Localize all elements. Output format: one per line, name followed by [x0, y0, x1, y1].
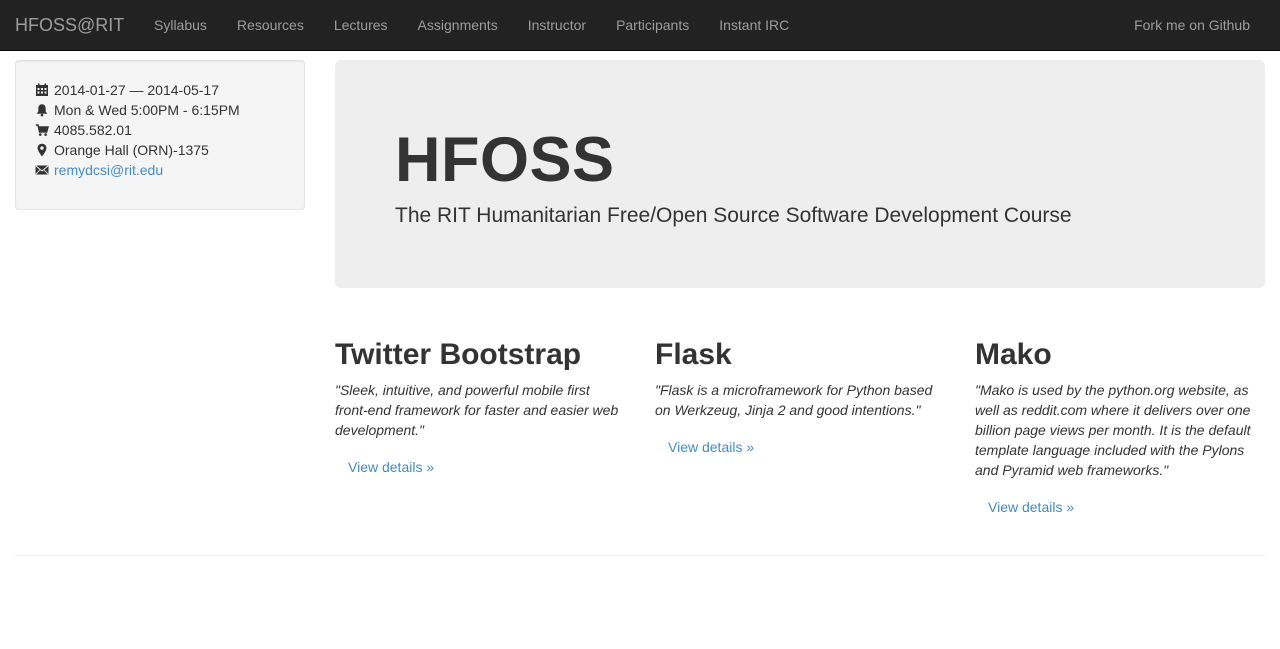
feature-bootstrap: Twitter Bootstrap "Sleek, intuitive, and… [335, 335, 625, 477]
cart-icon [35, 123, 49, 137]
calendar-icon [35, 83, 49, 97]
view-details-button[interactable]: View details » [975, 497, 1087, 517]
feature-quote: "Mako is used by the python.org website,… [975, 382, 1251, 478]
nav-lectures[interactable]: Lectures [319, 0, 403, 50]
feature-title: Flask [655, 338, 732, 371]
course-number: 4085.582.01 [54, 122, 132, 138]
course-dates-row: 2014-01-27 — 2014-05-17 [35, 80, 285, 100]
nav-instructor[interactable]: Instructor [513, 0, 601, 50]
feature-mako: Mako "Mako is used by the python.org web… [975, 335, 1265, 517]
email-row: remydcsi@rit.edu [35, 160, 285, 180]
feature-title: Mako [975, 338, 1052, 371]
email-link[interactable]: remydcsi@rit.edu [54, 160, 163, 180]
hero-subtitle: The RIT Humanitarian Free/Open Source So… [395, 204, 1072, 227]
nav-assignments[interactable]: Assignments [403, 0, 513, 50]
nav-resources[interactable]: Resources [222, 0, 319, 50]
location-row: Orange Hall (ORN)-1375 [35, 140, 285, 160]
fork-github-link[interactable]: Fork me on Github [1119, 0, 1265, 50]
main-nav: Syllabus Resources Lectures Assignments … [139, 0, 804, 50]
envelope-icon [35, 163, 49, 177]
view-details-button[interactable]: View details » [335, 457, 447, 477]
course-dates: 2014-01-27 — 2014-05-17 [54, 82, 220, 98]
location: Orange Hall (ORN)-1375 [54, 142, 209, 158]
hero-title: HFOSS [395, 125, 615, 195]
course-number-row: 4085.582.01 [35, 120, 285, 140]
hero-jumbotron: HFOSS The RIT Humanitarian Free/Open Sou… [335, 60, 1265, 288]
nav-syllabus[interactable]: Syllabus [139, 0, 222, 50]
map-marker-icon [35, 143, 49, 157]
feature-title: Twitter Bootstrap [335, 338, 582, 371]
feature-flask: Flask "Flask is a microframework for Pyt… [655, 335, 945, 457]
footer-divider [15, 555, 1265, 556]
schedule-row: Mon & Wed 5:00PM - 6:15PM [35, 100, 285, 120]
nav-participants[interactable]: Participants [601, 0, 704, 50]
nav-instant-irc[interactable]: Instant IRC [704, 0, 804, 50]
course-info-panel: 2014-01-27 — 2014-05-17 Mon & Wed 5:00PM… [15, 60, 305, 210]
view-details-button[interactable]: View details » [655, 437, 767, 457]
feature-quote: "Flask is a microframework for Python ba… [655, 382, 933, 418]
schedule-time: Mon & Wed 5:00PM - 6:15PM [54, 102, 240, 118]
top-navbar: HFOSS@RIT Syllabus Resources Lectures As… [0, 0, 1280, 51]
bell-icon [35, 103, 49, 117]
brand-link[interactable]: HFOSS@RIT [15, 14, 124, 36]
feature-quote: "Sleek, intuitive, and powerful mobile f… [335, 382, 619, 438]
